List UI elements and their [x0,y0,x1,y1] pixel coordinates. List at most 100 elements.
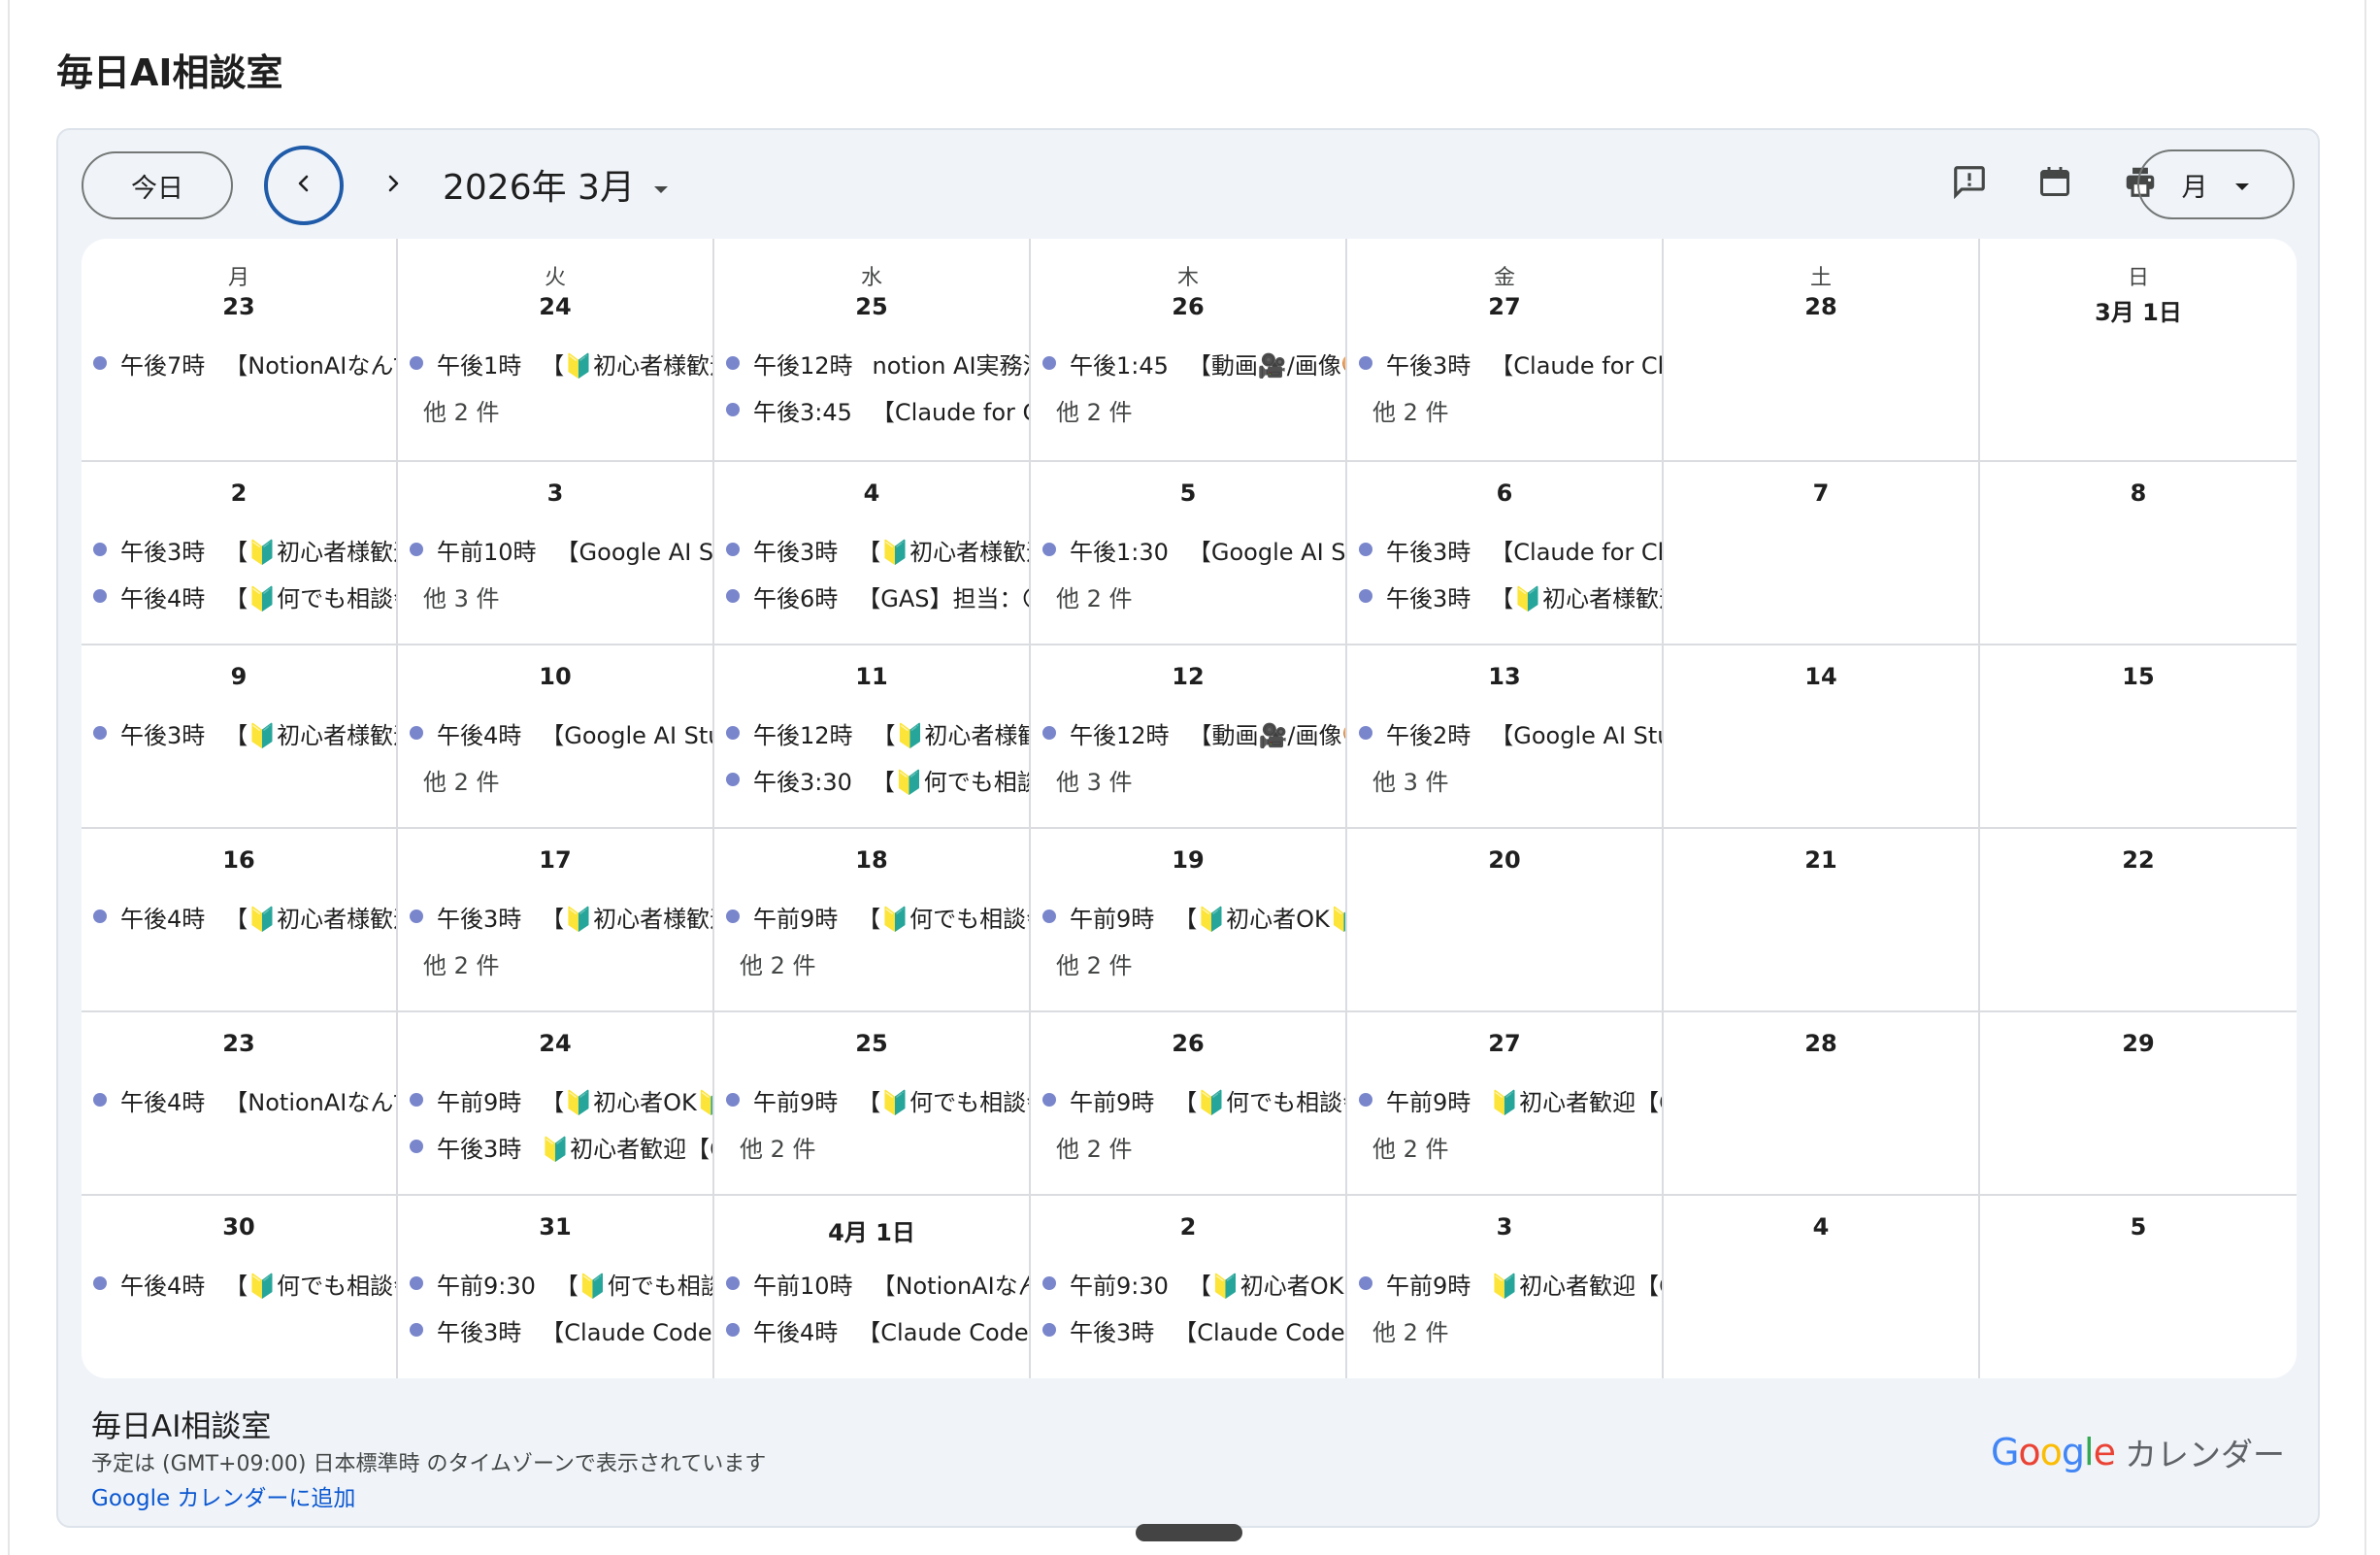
day-number[interactable]: 7 [1664,480,1978,513]
event-chip[interactable]: 午後2時【Google AI Studio】 [1359,710,1662,756]
day-cell[interactable]: 25 午前9時【🔰何でも相談会】他 2 件 [714,1012,1031,1196]
event-chip[interactable]: 午前9時【🔰初心者OK🔰】 [410,1076,712,1123]
prev-month-button[interactable] [264,146,344,225]
day-number[interactable]: 3 [398,480,712,513]
day-number[interactable]: 4 [1664,1213,1978,1246]
more-events-link[interactable]: 他 2 件 [410,940,712,986]
event-chip[interactable]: 午前10時【Google AI Studio】 [410,526,712,573]
day-cell[interactable]: 水 25 午後12時 notion AI実務活用午後3:45 【Claude for C… [714,239,1031,462]
event-chip[interactable]: 午後3時【🔰初心者様歓迎】 [726,526,1029,573]
event-chip[interactable]: 午後3時【🔰初心者様歓迎】 [93,526,396,573]
day-cell[interactable]: 15 [1980,645,2297,829]
event-chip[interactable]: 午後12時【動画🎥/画像🎨】 [1042,710,1345,756]
day-cell[interactable]: 月 23 午後7時【NotionAIなんでも相談会】 [82,239,398,462]
more-events-link[interactable]: 他 2 件 [1359,386,1662,433]
event-chip[interactable]: 午後7時【NotionAIなんでも相談会】 [93,340,396,386]
event-chip[interactable]: 午後12時 notion AI実務活用 [726,340,1029,386]
event-chip[interactable]: 午前9時 🔰初心者歓迎【Claude】 [1359,1260,1662,1307]
event-chip[interactable]: 午後4時【NotionAIなんでも相談会】 [93,1076,396,1123]
day-cell[interactable]: 10 午後4時【Google AI Studio】他 2 件 [398,645,714,829]
day-number[interactable]: 8 [1980,480,2297,513]
day-cell[interactable]: 3 午前10時【Google AI Studio】他 3 件 [398,462,714,645]
day-number[interactable]: 5 [1031,480,1345,513]
day-number[interactable]: 23 [82,1030,396,1063]
day-cell[interactable]: 22 [1980,829,2297,1012]
day-cell[interactable]: 13 午後2時【Google AI Studio】他 3 件 [1347,645,1664,829]
day-cell[interactable]: 19 午前9時【🔰初心者OK🔰】他 2 件 [1031,829,1347,1012]
day-cell[interactable]: 16 午後4時【🔰初心者様歓迎】 [82,829,398,1012]
more-events-link[interactable]: 他 2 件 [726,940,1029,986]
day-number[interactable]: 3月 1日 [1980,293,2297,326]
day-number[interactable]: 29 [1980,1030,2297,1063]
event-chip[interactable]: 午後3時【🔰初心者様歓迎】 [410,893,712,940]
day-cell[interactable]: 2 午後3時【🔰初心者様歓迎】午後4時【🔰何でも相談会】 [82,462,398,645]
more-events-link[interactable]: 他 2 件 [1359,1123,1662,1170]
event-chip[interactable]: 午後3時【🔰初心者様歓迎】 [93,710,396,756]
event-chip[interactable]: 午後3時【Claude Code】 [410,1307,712,1353]
day-number[interactable]: 16 [82,846,396,879]
event-chip[interactable]: 午後1:30 【Google AI Studio】 [1042,526,1345,573]
view-selector-button[interactable]: 月 [2137,149,2295,219]
day-cell[interactable]: 3 午前9時 🔰初心者歓迎【Claude】他 2 件 [1347,1196,1664,1378]
day-number[interactable]: 9 [82,663,396,696]
day-number[interactable]: 4 [714,480,1029,513]
day-cell[interactable]: 7 [1664,462,1980,645]
day-cell[interactable]: 27 午前9時 🔰初心者歓迎【Claude】他 2 件 [1347,1012,1664,1196]
event-chip[interactable]: 午後4時【🔰初心者様歓迎】 [93,893,396,940]
day-cell[interactable]: 5 午後1:30 【Google AI Studio】他 2 件 [1031,462,1347,645]
day-cell[interactable]: 木 26 午後1:45 【動画🎥/画像🎨】他 2 件 [1031,239,1347,462]
more-events-link[interactable]: 他 2 件 [1042,1123,1345,1170]
day-cell[interactable]: 23 午後4時【NotionAIなんでも相談会】 [82,1012,398,1196]
event-chip[interactable]: 午前9:30 【🔰何でも相談会】 [410,1260,712,1307]
more-events-link[interactable]: 他 2 件 [1042,940,1345,986]
today-button[interactable]: 今日 [82,151,233,219]
event-chip[interactable]: 午後4時【🔰何でも相談会】 [93,573,396,619]
event-chip[interactable]: 午前9時【🔰何でも相談会】 [726,893,1029,940]
day-cell[interactable]: 6 午後3時【Claude for Chrome】午後3時【🔰初心者様歓迎】 [1347,462,1664,645]
day-number[interactable]: 2 [82,480,396,513]
next-month-button[interactable] [361,153,425,217]
day-cell[interactable]: 11 午後12時【🔰初心者様歓迎】午後3:30 【🔰何でも相談会】 [714,645,1031,829]
event-chip[interactable]: 午後3時【Claude Code】 [1042,1307,1345,1353]
day-cell[interactable]: 日 3月 1日 [1980,239,2297,462]
day-number[interactable]: 19 [1031,846,1345,879]
day-number[interactable]: 27 [1347,293,1662,326]
more-events-link[interactable]: 他 2 件 [410,386,712,433]
day-cell[interactable]: 26 午前9時【🔰何でも相談会】他 2 件 [1031,1012,1347,1196]
day-cell[interactable]: 28 [1664,1012,1980,1196]
more-events-link[interactable]: 他 2 件 [1042,573,1345,619]
add-to-google-calendar-link[interactable]: Google カレンダーに追加 [91,1479,355,1512]
calendar-view-button[interactable] [2031,159,2079,208]
day-number[interactable]: 24 [398,293,712,326]
event-chip[interactable]: 午前9時【🔰何でも相談会】 [726,1076,1029,1123]
day-number[interactable]: 2 [1031,1213,1345,1246]
day-number[interactable]: 30 [82,1213,396,1246]
day-number[interactable]: 20 [1347,846,1662,879]
more-events-link[interactable]: 他 2 件 [726,1123,1029,1170]
event-chip[interactable]: 午後1:45 【動画🎥/画像🎨】 [1042,340,1345,386]
event-chip[interactable]: 午前9:30 【🔰初心者OK🔰】 [1042,1260,1345,1307]
month-selector[interactable]: 2026年 3月 [443,159,670,210]
day-cell[interactable]: 30 午後4時【🔰何でも相談会】 [82,1196,398,1378]
event-chip[interactable]: 午前10時【NotionAIなんでも相談会】 [726,1260,1029,1307]
day-number[interactable]: 5 [1980,1213,2297,1246]
day-number[interactable]: 31 [398,1213,712,1246]
day-number[interactable]: 18 [714,846,1029,879]
day-cell[interactable]: 29 [1980,1012,2297,1196]
day-cell[interactable]: 31 午前9:30 【🔰何でも相談会】午後3時【Claude Code】 [398,1196,714,1378]
day-cell[interactable]: 24 午前9時【🔰初心者OK🔰】午後3時 🔰初心者歓迎【Claude】 [398,1012,714,1196]
event-chip[interactable]: 午後3:45 【Claude for Chrome】 [726,386,1029,433]
day-cell[interactable]: 21 [1664,829,1980,1012]
day-cell[interactable]: 18 午前9時【🔰何でも相談会】他 2 件 [714,829,1031,1012]
day-number[interactable]: 15 [1980,663,2297,696]
day-number[interactable]: 4月 1日 [714,1213,1029,1246]
day-cell[interactable]: 火 24 午後1時【🔰初心者様歓迎】他 2 件 [398,239,714,462]
event-chip[interactable]: 午後3時 🔰初心者歓迎【Claude】 [410,1123,712,1170]
day-cell[interactable]: 14 [1664,645,1980,829]
event-chip[interactable]: 午後4時【Google AI Studio】 [410,710,712,756]
more-events-link[interactable]: 他 3 件 [1359,756,1662,803]
event-chip[interactable]: 午後6時【GAS】担当：〇〇 [726,573,1029,619]
day-cell[interactable]: 5 [1980,1196,2297,1378]
day-number[interactable]: 14 [1664,663,1978,696]
event-chip[interactable]: 午後12時【🔰初心者様歓迎】 [726,710,1029,756]
